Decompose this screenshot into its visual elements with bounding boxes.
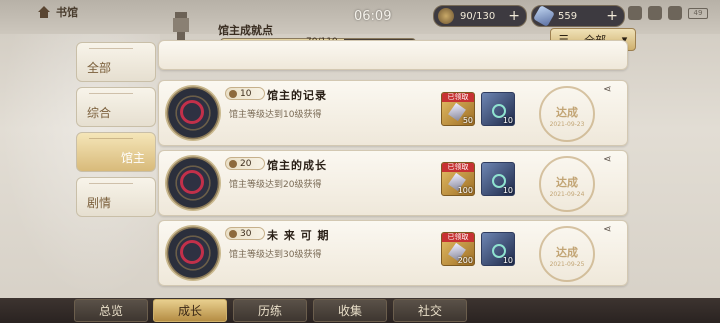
- achievement-card[interactable]: 20 馆主的成长 馆主等级达到20级获得 已领取 100 10 达成 2021-…: [158, 150, 628, 216]
- share-icon[interactable]: ⋖: [603, 224, 615, 236]
- crystal-value: 559: [558, 10, 578, 22]
- level-badge: 30: [225, 227, 265, 240]
- add-crystal-button[interactable]: +: [606, 8, 618, 24]
- achievement-title: 馆主的成长: [267, 159, 327, 172]
- tab-collection[interactable]: 收集: [313, 299, 387, 322]
- mail-icon: [648, 6, 662, 20]
- house-icon: [38, 6, 50, 18]
- completed-stamp: 达成 2021-09-23: [539, 86, 595, 142]
- achievement-desc: 馆主等级达到10级获得: [229, 110, 322, 120]
- battery-icon: 49: [688, 7, 708, 19]
- bottom-nav: 总览 成长 历练 收集 社交: [0, 298, 720, 323]
- reward-key-item[interactable]: 10: [481, 92, 515, 126]
- achievement-card-partial: [158, 40, 628, 70]
- crystal-icon: [533, 5, 555, 27]
- wifi-icon: [668, 6, 682, 20]
- reward-key-item[interactable]: 10: [481, 232, 515, 266]
- stamina-icon: [438, 8, 454, 24]
- tab-story[interactable]: 剧情: [76, 177, 156, 217]
- level-badge: 10: [225, 87, 265, 100]
- tab-social[interactable]: 社交: [393, 299, 467, 322]
- clock: 06:09: [354, 9, 392, 24]
- completed-stamp: 达成 2021-09-24: [539, 156, 595, 212]
- reward-key-item[interactable]: 10: [481, 162, 515, 196]
- progress-title: 馆主成就点: [218, 24, 273, 37]
- tab-growth[interactable]: 成长: [153, 299, 227, 322]
- notification-icon: [628, 6, 642, 20]
- share-icon[interactable]: ⋖: [603, 154, 615, 166]
- tab-training[interactable]: 历练: [233, 299, 307, 322]
- achievement-desc: 馆主等级达到30级获得: [229, 250, 322, 260]
- achievement-badge-icon: [165, 85, 221, 141]
- reward-gem-item[interactable]: 已领取 100: [441, 162, 475, 196]
- completed-stamp: 达成 2021-09-25: [539, 226, 595, 282]
- level-badge: 20: [225, 157, 265, 170]
- reward-gem-item[interactable]: 已领取 200: [441, 232, 475, 266]
- home-label: 书馆: [56, 6, 78, 19]
- achievement-desc: 馆主等级达到20级获得: [229, 180, 322, 190]
- share-icon[interactable]: ⋖: [603, 84, 615, 96]
- reward-gem-item[interactable]: 已领取 50: [441, 92, 475, 126]
- crystal-resource: 559 +: [531, 5, 625, 27]
- tab-overview[interactable]: 总览: [74, 299, 148, 322]
- add-stamina-button[interactable]: +: [508, 8, 520, 24]
- tab-general[interactable]: 综合: [76, 87, 156, 127]
- home-button[interactable]: 书馆: [36, 4, 78, 20]
- achievement-card[interactable]: 10 馆主的记录 馆主等级达到10级获得 已领取 50 10 达成 2021-0…: [158, 80, 628, 146]
- achievement-card[interactable]: 30 未 来 可 期 馆主等级达到30级获得 已领取 200 10 达成 202…: [158, 220, 628, 286]
- stamina-resource: 90/130 +: [433, 5, 527, 27]
- stamina-value: 90/130: [460, 10, 496, 22]
- achievement-title: 馆主的记录: [267, 89, 327, 102]
- tab-curator[interactable]: 馆主: [76, 132, 156, 172]
- achievement-badge-icon: [165, 155, 221, 211]
- tab-all[interactable]: 全部: [76, 42, 156, 82]
- achievement-badge-icon: [165, 225, 221, 281]
- status-icons: 49: [628, 6, 708, 20]
- achievement-title: 未 来 可 期: [267, 229, 330, 242]
